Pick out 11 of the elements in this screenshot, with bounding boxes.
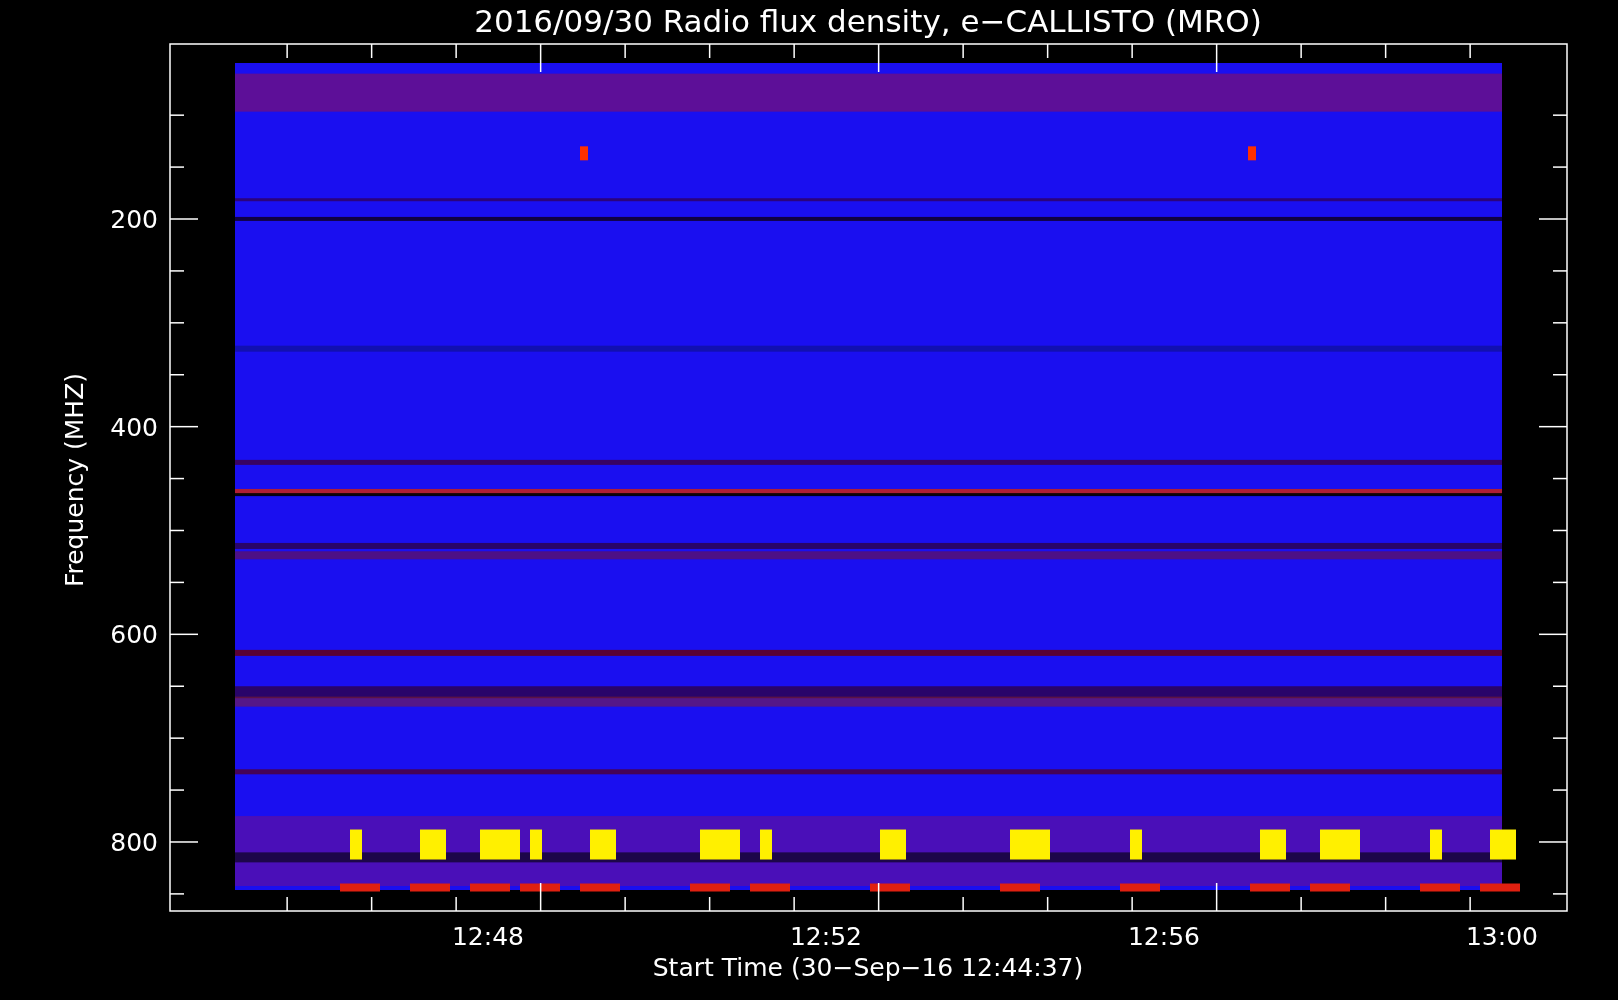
x-tick-label: 12:48 [452,922,524,951]
y-tick-label: 600 [110,620,158,650]
y-tick-label: 400 [110,412,158,442]
x-tick-label: 13:00 [1466,922,1538,951]
x-axis-label: Start Time (30−Sep−16 12:44:37) [652,953,1084,982]
x-tick-label: 12:56 [1128,922,1200,951]
plot-title: 2016/09/30 Radio flux density, e−CALLISTO (MRO) [474,3,1262,39]
y-axis-label: Frequency (MHZ) [60,372,89,588]
x-tick-label: 12:52 [790,922,862,951]
y-tick-label: 200 [110,205,158,234]
y-tick-label: 800 [110,828,158,858]
